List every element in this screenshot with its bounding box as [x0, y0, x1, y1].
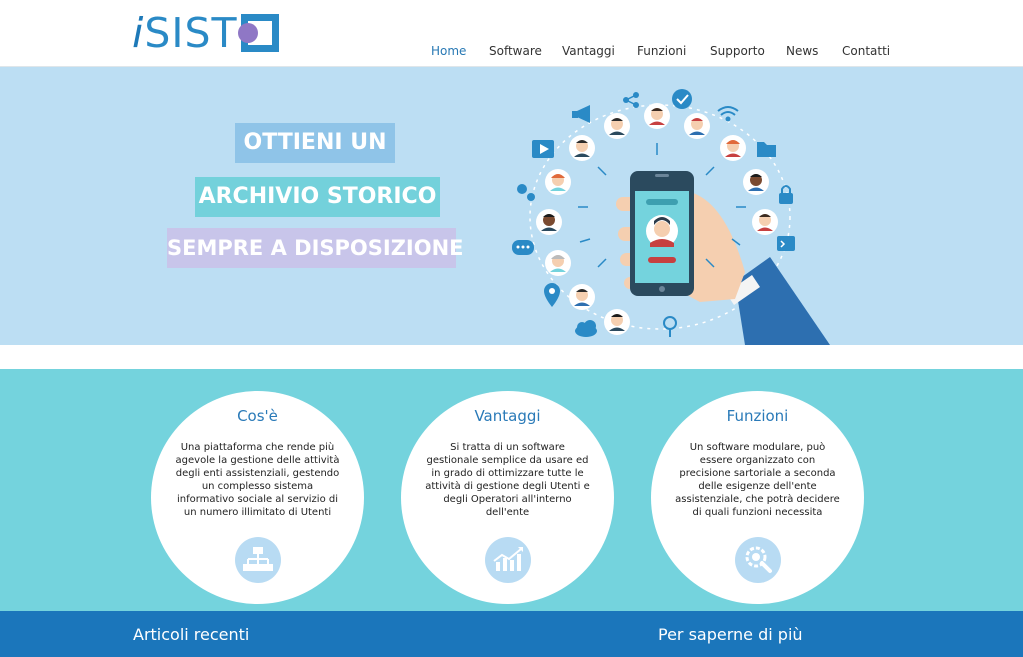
feature-title-funzioni: Funzioni: [726, 407, 789, 425]
feature-title-vantaggi: Vantaggi: [474, 407, 541, 425]
megaphone-icon: [572, 105, 590, 123]
feature-card-cose: Cos'è Una piattaforma che rende più agev…: [151, 391, 364, 604]
hero-banner: OTTIENI UN ARCHIVIO STORICO SEMPRE A DIS…: [0, 67, 1023, 345]
smartphone-icon: [630, 171, 694, 296]
gear-search-icon[interactable]: [735, 537, 781, 583]
checkmark-icon: [672, 89, 692, 109]
footer-learn-more-heading: Per saperne di più: [658, 625, 803, 644]
terminal-icon: [777, 236, 795, 251]
feature-card-vantaggi: Vantaggi Si tratta di un software gestio…: [401, 391, 614, 604]
features-section: Cos'è Una piattaforma che rende più agev…: [0, 369, 1023, 611]
feature-text-funzioni: Un software modulare, può essere organiz…: [675, 442, 840, 518]
nav-software[interactable]: Software: [489, 44, 542, 58]
nav-home[interactable]: Home: [431, 44, 466, 58]
lock-icon: [779, 185, 793, 204]
feature-text-cose: Una piattaforma che rende più agevole la…: [175, 442, 340, 518]
site-header: iSIST Home Software Vantaggi Funzioni Su…: [0, 0, 1023, 67]
sitemap-icon[interactable]: [235, 537, 281, 583]
feature-text-vantaggi: Si tratta di un software gestionale semp…: [425, 442, 590, 518]
nav-funzioni[interactable]: Funzioni: [637, 44, 686, 58]
section-spacer: [0, 345, 1023, 369]
search-icon: [663, 316, 677, 337]
share-icon: [623, 92, 639, 108]
feature-title-cose: Cos'è: [237, 407, 278, 425]
hero-illustration: [512, 89, 830, 345]
footer-recent-articles-heading: Articoli recenti: [133, 625, 250, 644]
trend-chart-icon[interactable]: [485, 537, 531, 583]
feature-card-funzioni: Funzioni Un software modulare, può esser…: [651, 391, 864, 604]
chat-icon: [512, 240, 534, 255]
nav-vantaggi[interactable]: Vantaggi: [562, 44, 615, 58]
folder-icon: [757, 142, 776, 157]
location-pin-icon: [544, 283, 560, 307]
main-nav: Home Software Vantaggi Funzioni Supporto…: [0, 44, 1023, 62]
nav-supporto[interactable]: Supporto: [710, 44, 765, 58]
cloud-download-icon: [575, 320, 597, 337]
site-footer: Articoli recenti Per saperne di più: [0, 611, 1023, 657]
video-icon: [532, 140, 554, 158]
nav-news[interactable]: News: [786, 44, 818, 58]
nav-contatti[interactable]: Contatti: [842, 44, 890, 58]
settings-icon: [517, 184, 535, 201]
